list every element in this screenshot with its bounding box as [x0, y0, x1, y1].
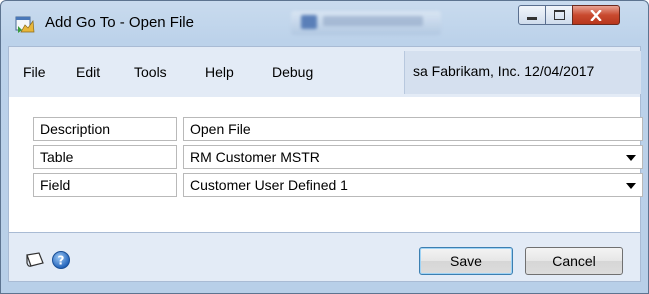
note-icon[interactable]	[24, 251, 46, 269]
background-window-ghost	[291, 11, 441, 35]
table-select-value: RM Customer MSTR	[190, 149, 320, 165]
menu-bar: File Edit Tools Help Debug sa Fabrikam, …	[8, 46, 641, 97]
description-input[interactable]: Open File	[183, 117, 643, 141]
title-bar[interactable]: Add Go To - Open File	[1, 1, 648, 45]
chevron-down-icon[interactable]	[626, 155, 636, 161]
field-label: Field	[33, 173, 177, 197]
close-button[interactable]	[572, 5, 620, 25]
minimize-button[interactable]	[518, 5, 546, 25]
maximize-button[interactable]	[545, 5, 573, 25]
field-select-value: Customer User Defined 1	[190, 177, 348, 193]
minimize-icon	[527, 16, 537, 20]
user-company-date: sa Fabrikam, Inc. 12/04/2017	[404, 51, 641, 94]
menu-file[interactable]: File	[23, 64, 46, 80]
svg-text:?: ?	[58, 254, 65, 268]
footer-bar: ? Save Cancel	[8, 232, 641, 282]
menu-help[interactable]: Help	[205, 64, 234, 80]
chevron-down-icon[interactable]	[626, 183, 636, 189]
table-row: Table RM Customer MSTR	[33, 145, 643, 169]
field-row: Field Customer User Defined 1	[33, 173, 643, 197]
table-select[interactable]: RM Customer MSTR	[183, 145, 643, 169]
cancel-button[interactable]: Cancel	[525, 247, 623, 275]
maximize-icon	[553, 10, 565, 20]
dialog-window: Add Go To - Open File File Edit Tools He…	[0, 0, 649, 294]
field-select[interactable]: Customer User Defined 1	[183, 173, 643, 197]
menu-edit[interactable]: Edit	[76, 64, 100, 80]
menu-debug[interactable]: Debug	[272, 64, 313, 80]
menu-tools[interactable]: Tools	[134, 64, 167, 80]
help-icon[interactable]: ?	[51, 250, 71, 270]
close-icon	[590, 9, 602, 21]
table-label: Table	[33, 145, 177, 169]
form-panel: Description Open File Table RM Customer …	[8, 97, 643, 232]
save-button[interactable]: Save	[419, 247, 513, 275]
description-row: Description Open File	[33, 117, 643, 141]
description-label: Description	[33, 117, 177, 141]
user-company-date-text: sa Fabrikam, Inc. 12/04/2017	[413, 63, 595, 79]
goto-window-icon	[15, 16, 35, 33]
window-title: Add Go To - Open File	[45, 14, 194, 31]
